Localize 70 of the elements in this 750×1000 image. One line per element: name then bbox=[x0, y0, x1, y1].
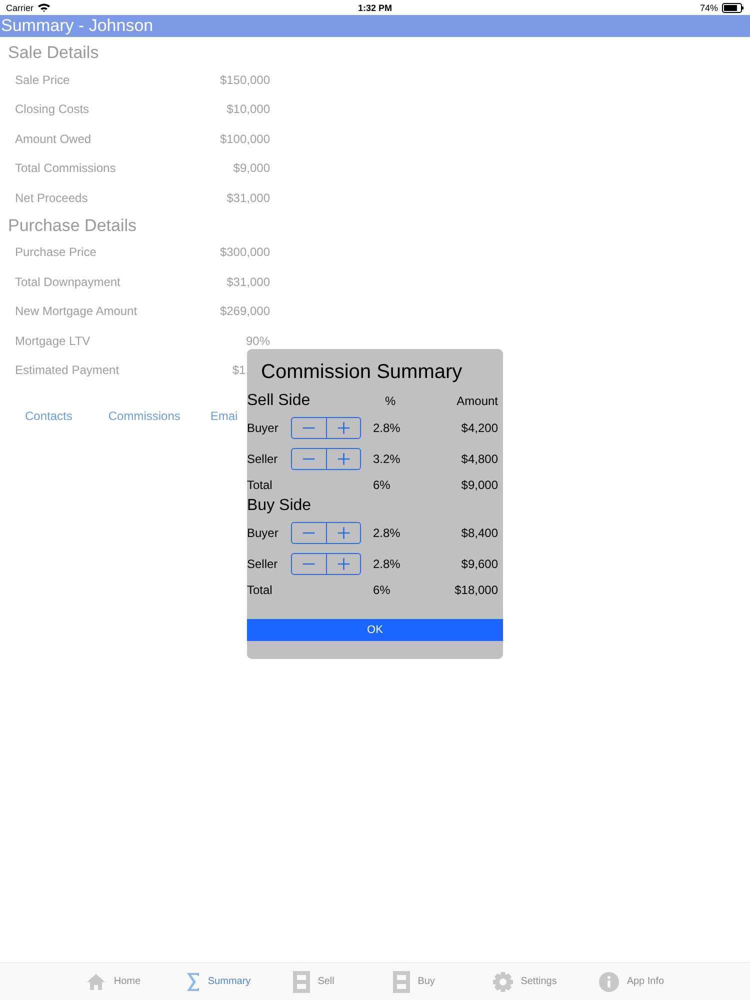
link[interactable]: Commissions bbox=[108, 409, 180, 423]
field-value: $100,000 bbox=[220, 132, 270, 146]
document-icon bbox=[292, 970, 310, 992]
info-icon bbox=[598, 972, 619, 992]
ok-button[interactable]: OK bbox=[247, 619, 503, 641]
field-label: New Mortgage Amount bbox=[15, 304, 138, 318]
section-heading: Sale Details bbox=[8, 42, 100, 64]
field-value: $150,000 bbox=[220, 72, 270, 87]
field-label: Total Commissions bbox=[15, 161, 116, 176]
house-icon bbox=[86, 972, 106, 990]
link[interactable]: Emai bbox=[210, 409, 238, 423]
dialog-title: Commission Summary bbox=[260, 360, 464, 385]
tab[interactable]: Settings bbox=[492, 972, 557, 992]
column-header: Amount bbox=[456, 394, 498, 408]
percent-value: 6% bbox=[373, 478, 392, 492]
field-value: $300,000 bbox=[220, 245, 270, 260]
field-value: $269,000 bbox=[220, 304, 270, 318]
amount-value: $9,000 bbox=[460, 478, 498, 492]
row-label: Total bbox=[247, 582, 274, 596]
percent-value: 3.2% bbox=[373, 452, 402, 466]
percent-value: 2.8% bbox=[373, 556, 402, 570]
gear-icon bbox=[492, 972, 513, 992]
row-label: Seller bbox=[247, 452, 279, 466]
tab[interactable]: Sell bbox=[292, 970, 351, 992]
field-label: Estimated Payment bbox=[15, 363, 120, 378]
field-value: $10,000 bbox=[226, 102, 270, 116]
field-label: Closing Costs bbox=[15, 102, 90, 116]
field-value: 90% bbox=[246, 334, 270, 348]
group-heading: Sell Side bbox=[247, 392, 312, 410]
amount-value: $4,800 bbox=[460, 452, 498, 466]
tab[interactable]: Home bbox=[86, 972, 144, 990]
amount-value: $8,400 bbox=[460, 526, 498, 540]
amount-value: $9,600 bbox=[460, 556, 498, 570]
tab[interactable]: Summary bbox=[186, 972, 251, 992]
percent-value: 6% bbox=[373, 582, 392, 596]
stepper[interactable] bbox=[291, 416, 361, 438]
field-label: Mortgage LTV bbox=[15, 334, 90, 348]
field-label: Purchase Price bbox=[15, 245, 96, 260]
row-label: Buyer bbox=[247, 526, 280, 540]
percent-value: 2.8% bbox=[373, 526, 402, 540]
percent-value: 2.8% bbox=[373, 420, 402, 434]
group-heading: Buy Side bbox=[247, 497, 312, 515]
field-value: $9,000 bbox=[233, 161, 270, 176]
field-value: $31,000 bbox=[226, 190, 270, 205]
wifi-icon bbox=[38, 3, 50, 12]
document-icon bbox=[392, 970, 410, 992]
battery-percent: 74% bbox=[700, 2, 718, 12]
field-label: Net Proceeds bbox=[15, 190, 88, 205]
amount-value: $4,200 bbox=[460, 420, 498, 434]
row-label: Buyer bbox=[247, 420, 280, 434]
tab[interactable]: Buy bbox=[392, 970, 451, 992]
stepper[interactable] bbox=[291, 522, 361, 544]
field-label: Amount Owed bbox=[15, 132, 92, 146]
sigma-icon bbox=[186, 972, 200, 992]
link[interactable]: Contacts bbox=[25, 409, 72, 423]
column-header: % bbox=[384, 394, 397, 408]
stepper[interactable] bbox=[291, 552, 361, 574]
stepper[interactable] bbox=[291, 448, 361, 470]
row-label: Total bbox=[247, 478, 274, 492]
row-label: Seller bbox=[247, 556, 279, 570]
field-value: $31,000 bbox=[226, 274, 270, 289]
battery-icon bbox=[722, 2, 744, 12]
tab[interactable]: App Info bbox=[598, 972, 664, 992]
field-label: Total Downpayment bbox=[15, 274, 120, 289]
amount-value: $18,000 bbox=[454, 582, 498, 596]
carrier-label: Carrier bbox=[6, 2, 34, 12]
section-heading: Purchase Details bbox=[8, 214, 138, 236]
status-time: 1:32 PM bbox=[358, 2, 392, 12]
field-label: Sale Price bbox=[15, 72, 70, 87]
page-title: Summary - Johnson bbox=[0, 16, 154, 36]
